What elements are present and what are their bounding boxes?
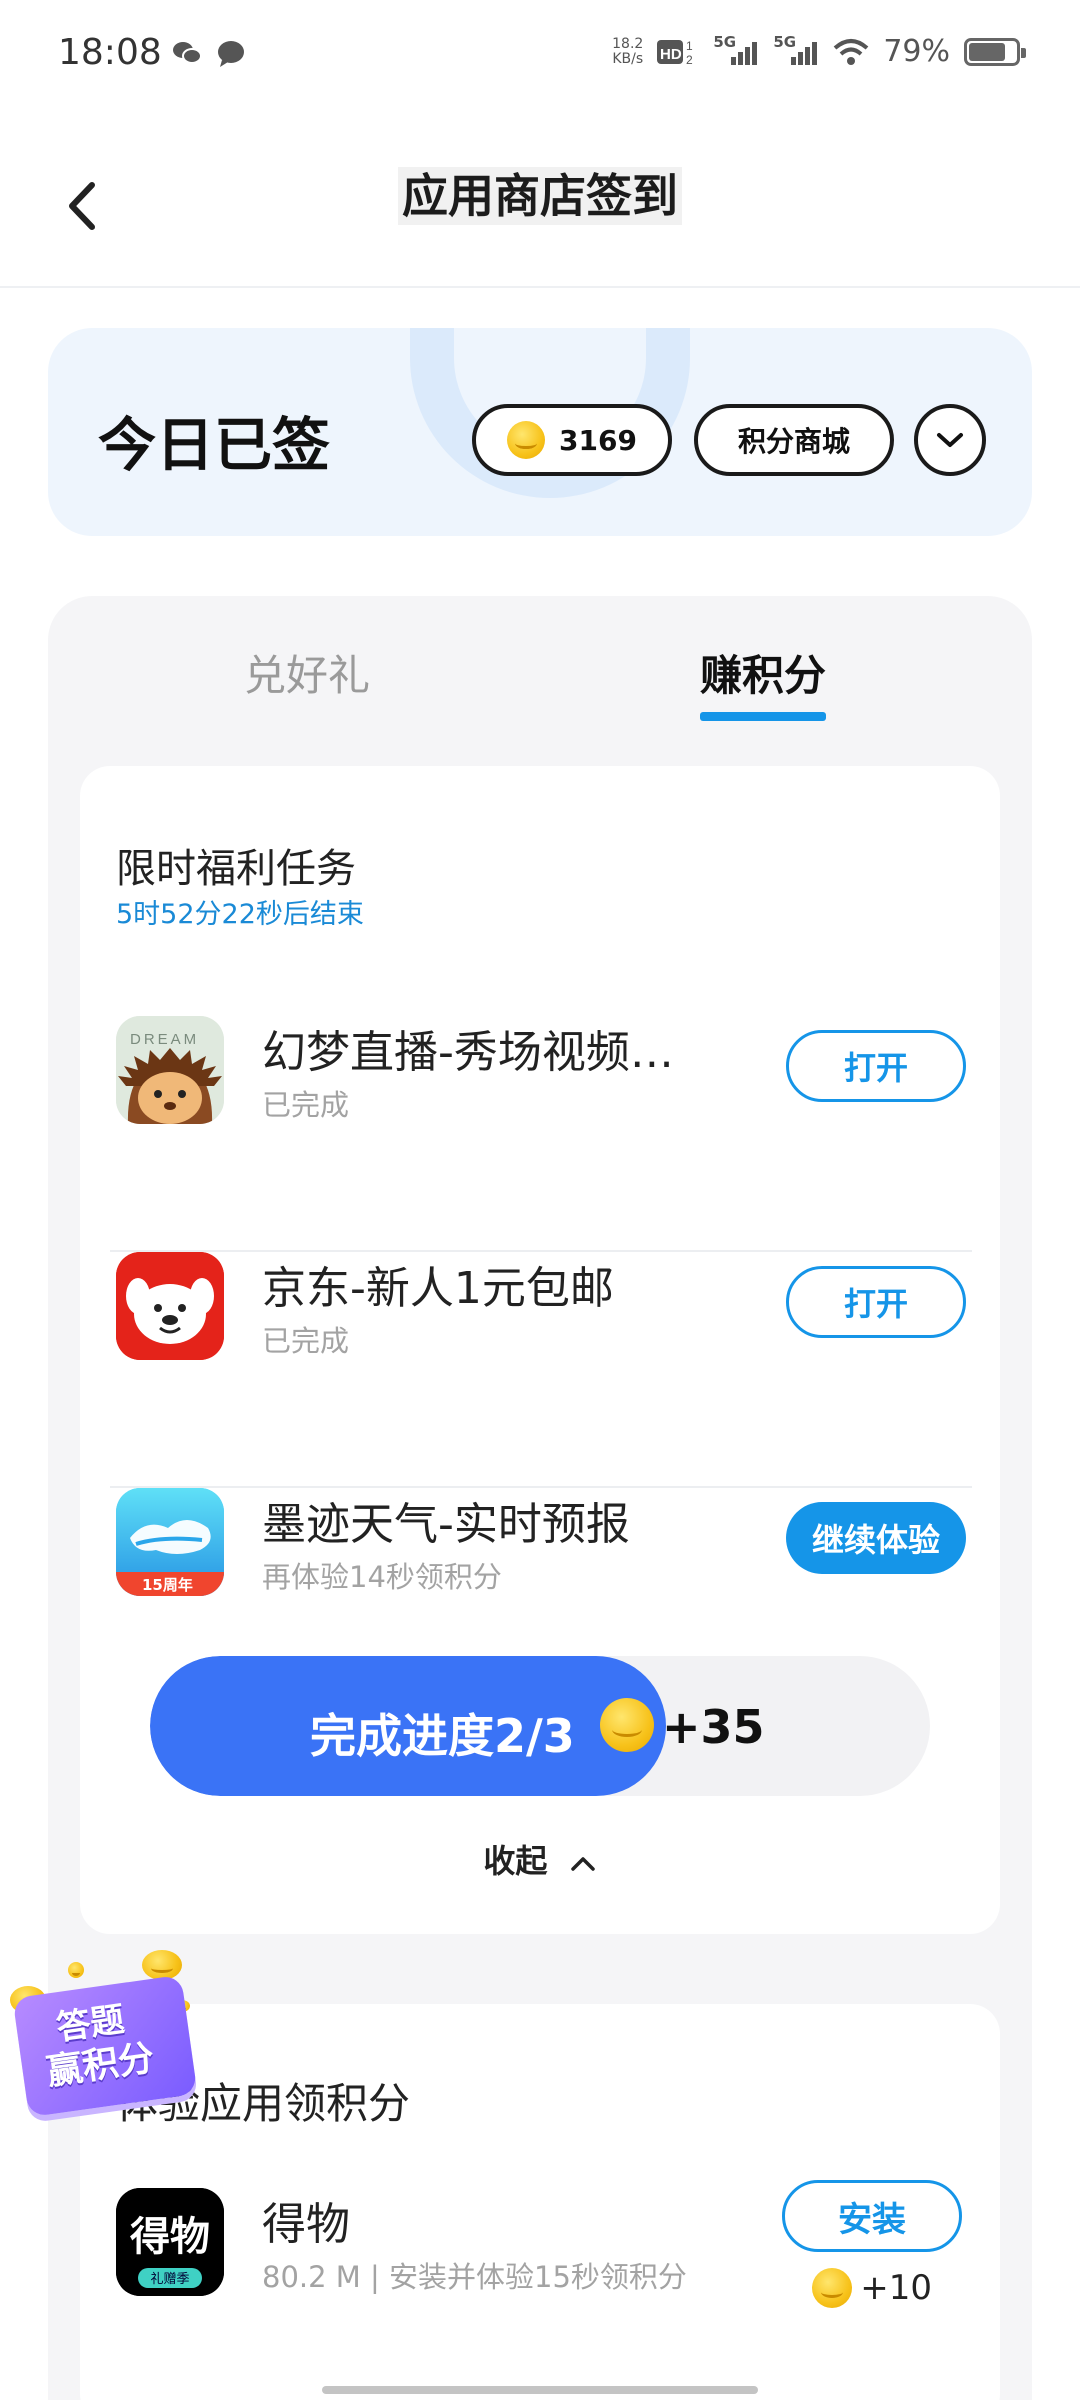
task-status: 已完成 — [262, 1088, 350, 1122]
home-indicator[interactable] — [322, 2386, 758, 2394]
notification-icons — [172, 40, 246, 68]
task-status: 再体验14秒领积分 — [262, 1560, 502, 1594]
coin-icon — [600, 1698, 654, 1752]
sign-status: 今日已签 — [98, 411, 331, 479]
status-time: 18:08 — [58, 32, 162, 73]
dream-logo-text: DREAM — [130, 1031, 199, 1048]
tab-redeem-gifts-label: 兑好礼 — [244, 651, 371, 700]
net-speed: 18.2 KB/s — [612, 35, 644, 67]
jd-dog-art — [116, 1252, 224, 1360]
task-progress-bar: 完成进度2/3 +35 — [150, 1656, 930, 1796]
svg-text:HD: HD — [660, 46, 682, 63]
app-header: 应用商店签到 — [0, 120, 1080, 288]
limited-tasks-card: 限时福利任务 5时52分22秒后结束 DREAM 幻梦直播-秀场视频… 已完成 … — [80, 766, 1000, 1934]
collapse-label: 收起 — [483, 1842, 548, 1880]
moji-anniversary-text: 15周年 — [142, 1576, 193, 1594]
dewu-app-icon: 得物 礼赠季 — [116, 2188, 224, 2296]
dewu-art: 得物 礼赠季 — [116, 2188, 224, 2296]
collapse-button[interactable]: 收起 — [80, 1836, 1000, 1882]
points-mall-button[interactable]: 积分商城 — [694, 404, 894, 476]
coin-icon — [142, 1950, 182, 1980]
dewu-logo-text: 得物 — [130, 2214, 210, 2260]
app-detail: 80.2 M | 安装并体验15秒领积分 — [262, 2260, 687, 2294]
points-value: 3169 — [559, 423, 637, 457]
wechat-icon — [173, 42, 202, 64]
continue-experience-button[interactable]: 继续体验 — [786, 1502, 966, 1574]
main-panel: 兑好礼 赚积分 限时福利任务 5时52分22秒后结束 DREAM 幻梦直播-秀场… — [48, 596, 1032, 2400]
signal-1: 5G — [713, 33, 759, 67]
net-speed-value: 18.2 — [612, 35, 644, 52]
coin-icon — [507, 421, 546, 459]
svg-text:2: 2 — [686, 53, 693, 66]
battery-icon — [964, 37, 1026, 66]
tab-redeem-gifts[interactable]: 兑好礼 — [244, 642, 370, 703]
app-name: 京东-新人1元包邮 — [262, 1263, 614, 1314]
countdown-timer: 5时52分22秒后结束 — [116, 899, 364, 930]
moji-weather-art: 15周年 — [116, 1488, 224, 1596]
app-name: 墨迹天气-实时预报 — [262, 1499, 630, 1550]
expand-button[interactable] — [914, 404, 986, 476]
svg-text:1: 1 — [686, 39, 693, 53]
signal-2: 5G — [773, 33, 819, 67]
progress-reward: +35 — [662, 1700, 765, 1754]
moji-weather-app-icon: 15周年 — [116, 1488, 224, 1596]
battery-percent: 79% — [883, 34, 950, 69]
tab-earn-points-label: 赚积分 — [700, 651, 827, 700]
open-app-button[interactable]: 打开 — [786, 1030, 966, 1102]
coin-icon — [812, 2268, 853, 2308]
tab-earn-points[interactable]: 赚积分 — [700, 642, 827, 721]
app-name: 得物 — [262, 2199, 350, 2250]
quiz-points-badge[interactable]: 答题 赢积分 — [6, 1946, 206, 2126]
hd-icon: HD 12 — [657, 39, 693, 66]
battery-fill — [969, 42, 1005, 61]
message-icon — [218, 41, 244, 67]
app-name: 幻梦直播-秀场视频… — [262, 1027, 674, 1078]
task-row: 15周年 墨迹天气-实时预报 再体验14秒领积分 继续体验 — [116, 1488, 966, 1618]
signal-icon — [791, 41, 818, 65]
page-title: 应用商店签到 — [0, 160, 1080, 226]
wifi-icon — [833, 38, 869, 65]
dream-live-app-icon: DREAM — [116, 1016, 224, 1124]
jd-app-icon — [116, 1252, 224, 1360]
install-reward-value: +10 — [860, 2268, 932, 2308]
open-app-button[interactable]: 打开 — [786, 1266, 966, 1338]
limited-tasks-title: 限时福利任务 — [116, 846, 356, 892]
reward-coin — [600, 1698, 654, 1756]
chevron-up-icon — [570, 1857, 595, 1871]
active-tab-indicator — [700, 712, 827, 721]
points-mall-label: 积分商城 — [737, 425, 850, 458]
page-title-text: 应用商店签到 — [398, 167, 682, 225]
progress-label: 完成进度2/3 — [310, 1709, 575, 1763]
dream-live-art: DREAM — [116, 1016, 224, 1124]
dewu-badge-text: 礼赠季 — [150, 2271, 189, 2287]
coin-icon — [68, 1962, 84, 1978]
task-row: 京东-新人1元包邮 已完成 打开 — [110, 1252, 972, 1488]
task-row: DREAM 幻梦直播-秀场视频… 已完成 打开 — [110, 1016, 972, 1252]
sign-in-card: 今日已签 3169 积分商城 — [48, 328, 1032, 536]
install-button[interactable]: 安装 — [782, 2180, 962, 2252]
points-balance-button[interactable]: 3169 — [472, 404, 672, 476]
task-status: 已完成 — [262, 1324, 350, 1358]
status-bar: 18:08 18.2 KB/s HD 1 2 5G 5G 79% — [0, 0, 1080, 110]
status-right: 18.2 KB/s HD 1 2 5G 5G 79% — [612, 33, 1026, 69]
signal-icon — [731, 41, 758, 65]
experience-apps-card: 体验应用领积分 得物 礼赠季 得物 80.2 M | 安装并体验15秒领积分 安… — [80, 2004, 1000, 2400]
install-reward: +10 — [812, 2268, 932, 2308]
chevron-down-icon — [937, 433, 963, 447]
net-speed-unit: KB/s — [612, 50, 644, 67]
